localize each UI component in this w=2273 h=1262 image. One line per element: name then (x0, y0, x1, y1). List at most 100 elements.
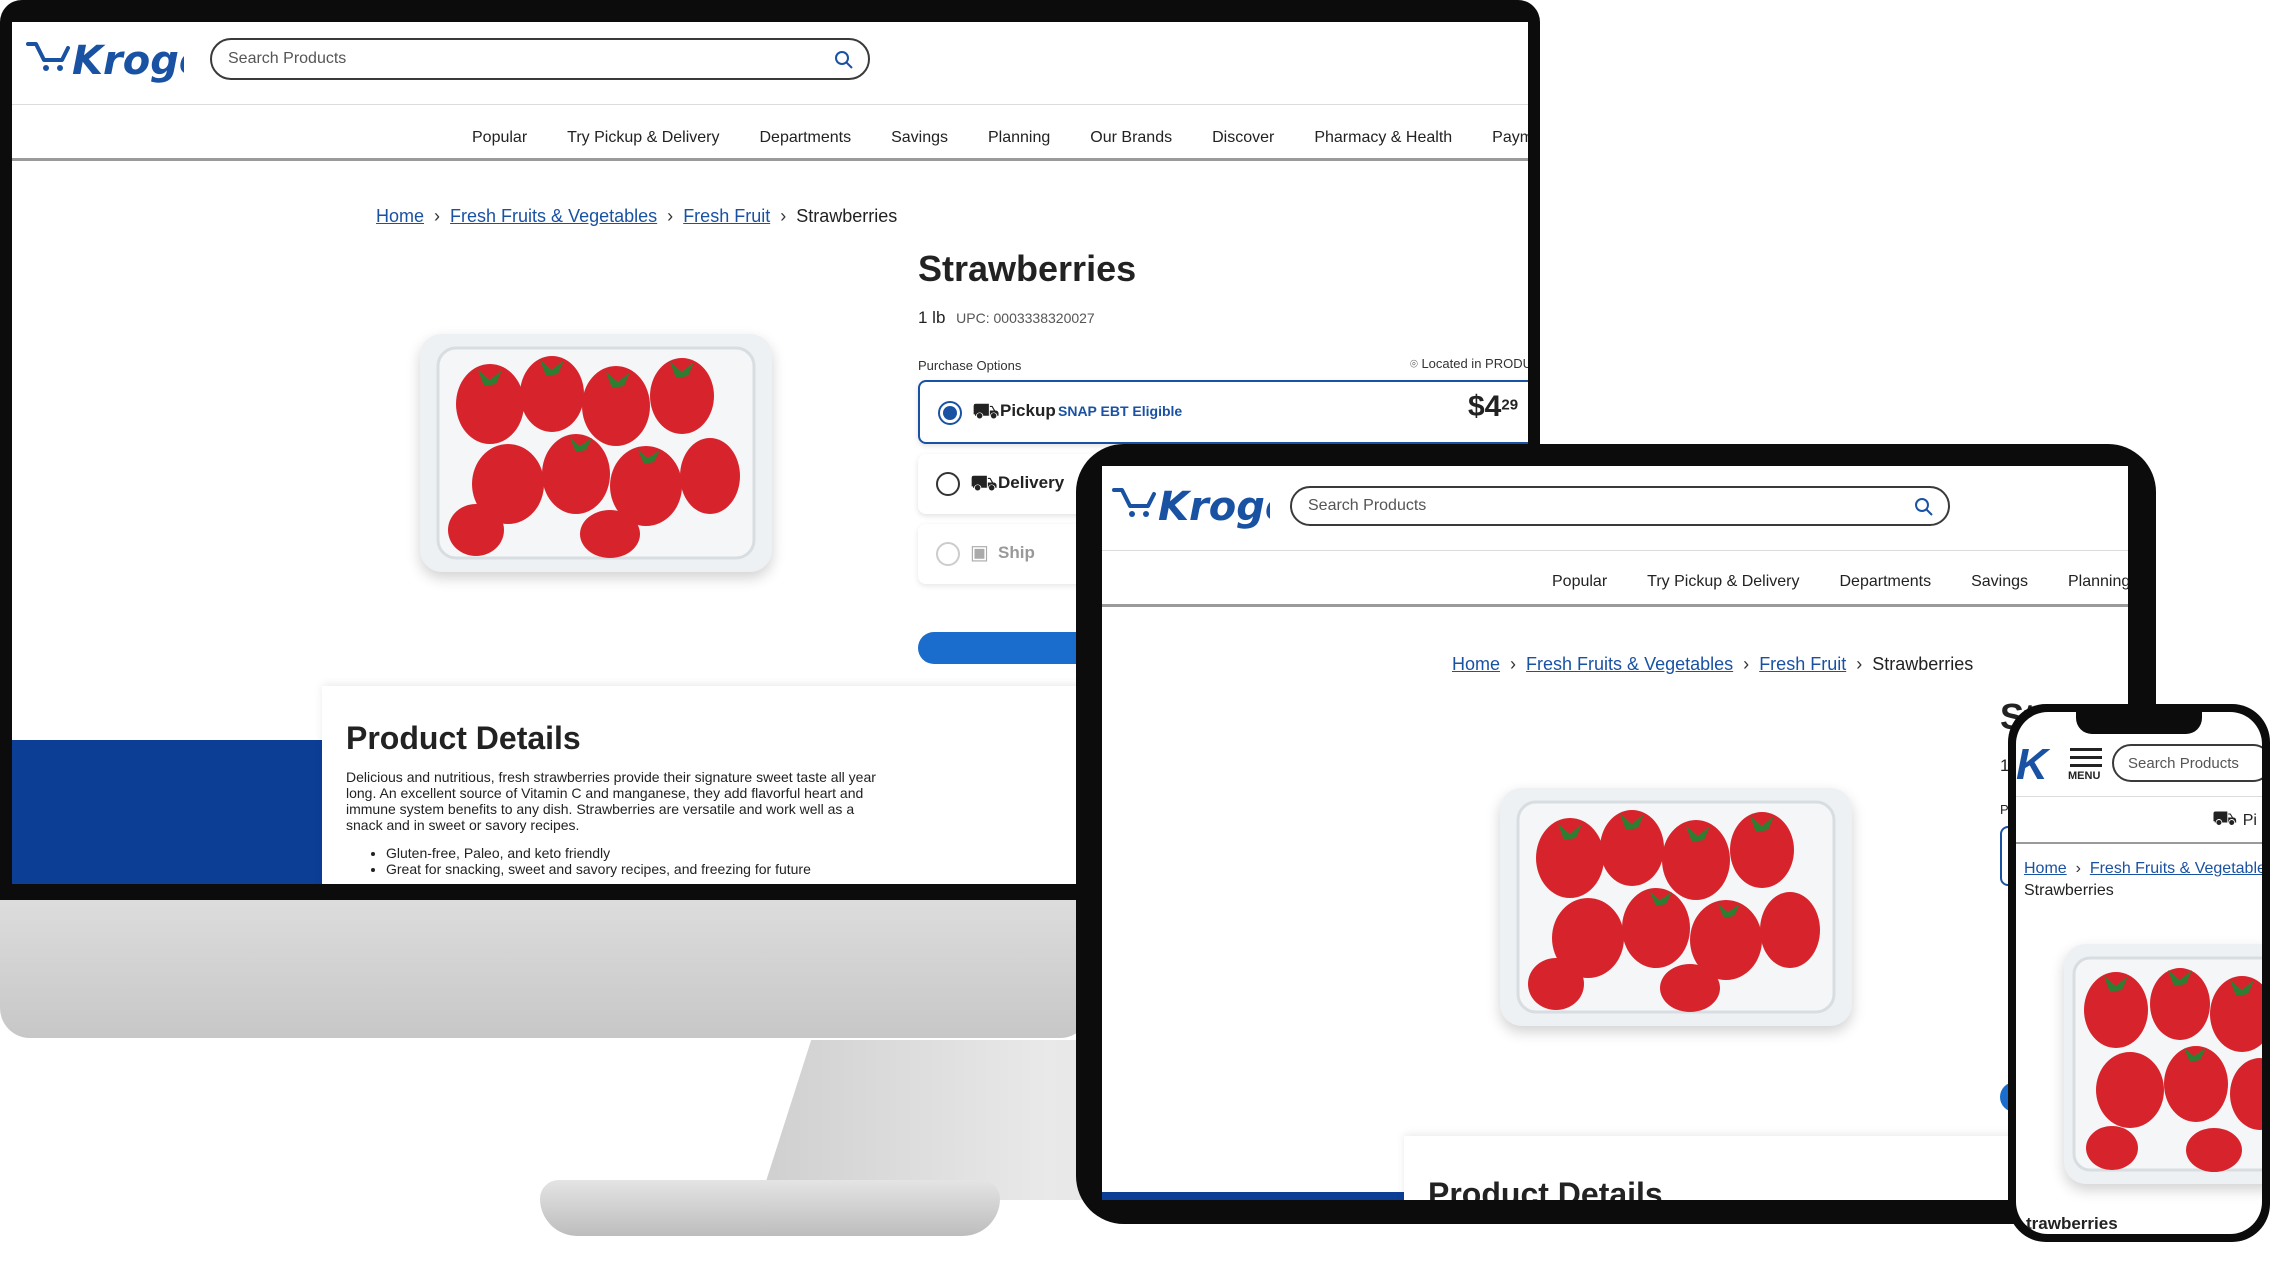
snap-ebt-badge: SNAP EBT Eligible (1058, 403, 1183, 419)
breadcrumb-home[interactable]: Home (1452, 654, 1500, 674)
nav-departments[interactable]: Departments (1839, 573, 1931, 591)
product-size-value: 1 lb (918, 308, 946, 327)
chevron-right-icon: › (1851, 654, 1868, 674)
tablet-nav: Popular Try Pickup & Delivery Department… (1552, 562, 2128, 602)
delivery-label: Delivery (998, 473, 1065, 492)
chevron-right-icon: › (1738, 654, 1755, 674)
breadcrumb: Home › Fresh Fruits & Vegetables › Fresh… (1452, 654, 1973, 675)
menu-button[interactable]: MENU (2068, 746, 2108, 786)
breadcrumb-current: Strawberries (1872, 654, 1974, 674)
kroger-logo-cart-icon: Kroger (26, 38, 228, 84)
breadcrumb-home[interactable]: Home (376, 206, 424, 226)
purchase-options-label: Purchase Options (918, 358, 1022, 373)
phone-screen: K MENU Search Products ⛟ Pi Home › Fresh… (2016, 712, 2262, 1234)
desktop-search-input[interactable]: Search Products (210, 38, 870, 80)
nav-planning[interactable]: Planning (988, 129, 1050, 147)
breadcrumb-category[interactable]: Fresh Fruits & Vegetables (450, 206, 657, 226)
delivery-radio[interactable] (936, 472, 960, 496)
nav-divider (12, 158, 1528, 161)
strawberries-image (436, 346, 756, 560)
option-pickup[interactable]: ⛟ Pickup SNAP EBT Eligible $429 (918, 380, 1528, 444)
strawberries-image (1516, 800, 1836, 1014)
header-divider (2016, 796, 2262, 797)
pickup-radio[interactable] (938, 401, 962, 425)
chevron-right-icon: › (662, 206, 679, 226)
nav-payments-services[interactable]: Payments & Services (1492, 129, 1528, 147)
search-icon[interactable] (834, 50, 854, 70)
nav-pickup-delivery[interactable]: Try Pickup & Delivery (567, 129, 719, 147)
breadcrumb-category[interactable]: Fresh Fruits & Vegetables (2090, 860, 2262, 877)
delivery-icon: ⛟ (970, 470, 998, 495)
chevron-right-icon: › (1505, 654, 1522, 674)
nav-pharmacy-health[interactable]: Pharmacy & Health (1314, 129, 1452, 147)
ship-icon: ▣ (970, 542, 989, 564)
product-location: ⌾ Located in PRODUC (1410, 356, 1528, 372)
tablet-logo[interactable]: Kroger (1110, 476, 1314, 540)
chevron-right-icon: › (775, 206, 792, 226)
phone-product-title-partial: trawberries (2026, 1214, 2118, 1233)
nav-popular[interactable]: Popular (472, 129, 527, 147)
header-divider (1102, 550, 2128, 551)
breadcrumb-current: Strawberries (796, 206, 898, 226)
hamburger-icon (2070, 748, 2102, 767)
phone-logo[interactable]: K (2016, 740, 2048, 790)
search-placeholder: Search Products (1308, 497, 1427, 514)
location-pin-icon: ⌾ (1410, 356, 1418, 371)
pickup-label: Pickup (1000, 401, 1056, 420)
nav-savings[interactable]: Savings (1971, 573, 2028, 591)
product-description: Delicious and nutritious, fresh strawber… (346, 769, 876, 833)
chevron-right-icon: › (429, 206, 446, 226)
product-title: Strawberries (918, 248, 1137, 289)
pickup-icon: ⛟ (972, 398, 1000, 423)
nav-divider (2016, 842, 2262, 844)
product-details-heading: Product Details (1428, 1176, 1663, 1200)
product-size: 1 lb UPC: 0003338320027 (918, 308, 1095, 328)
phone-notch (2076, 712, 2202, 734)
breadcrumb: Home › Fresh Fruits & Vegetables Strawbe… (2024, 858, 2262, 902)
breadcrumb-current: Strawberries (2024, 882, 2114, 899)
header-divider (12, 104, 1528, 105)
breadcrumb-subcategory[interactable]: Fresh Fruit (1759, 654, 1846, 674)
strawberries-image (2072, 956, 2262, 1172)
product-image (1500, 788, 1852, 1026)
search-placeholder: Search Products (2128, 754, 2239, 772)
search-icon[interactable] (1914, 497, 1934, 517)
ship-radio[interactable] (936, 542, 960, 566)
nav-planning[interactable]: Planning (2068, 573, 2128, 591)
nav-pickup-delivery[interactable]: Try Pickup & Delivery (1647, 573, 1799, 591)
search-placeholder: Search Products (228, 50, 347, 67)
breadcrumb-category[interactable]: Fresh Fruits & Vegetables (1526, 654, 1733, 674)
monitor-stand-base (540, 1180, 1000, 1236)
menu-label: MENU (2068, 770, 2101, 782)
pickup-icon: ⛟ (2212, 808, 2238, 830)
svg-text:Kroger: Kroger (1158, 484, 1270, 530)
tablet-search-input[interactable]: Search Products (1290, 486, 1950, 526)
desktop-logo[interactable]: Kroger (24, 30, 228, 94)
product-image (2064, 944, 2262, 1184)
price: $429 (1468, 390, 1518, 424)
nav-savings[interactable]: Savings (891, 129, 948, 147)
phone-pickup-row[interactable]: ⛟ Pi (2212, 808, 2257, 833)
price-dollars: $4 (1468, 390, 1502, 423)
pickup-partial: Pi (2242, 812, 2257, 829)
chevron-right-icon: › (2071, 860, 2086, 877)
location-text: Located in PRODUC (1421, 356, 1528, 371)
breadcrumb-subcategory[interactable]: Fresh Fruit (683, 206, 770, 226)
nav-discover[interactable]: Discover (1212, 129, 1274, 147)
nav-popular[interactable]: Popular (1552, 573, 1607, 591)
breadcrumb: Home › Fresh Fruits & Vegetables › Fresh… (376, 206, 897, 227)
kroger-logo-cart-icon: Kroger (1112, 484, 1314, 530)
product-upc: UPC: 0003338320027 (956, 310, 1095, 326)
price-cents: 29 (1501, 396, 1519, 414)
svg-text:Kroger: Kroger (72, 38, 184, 84)
nav-divider (1102, 604, 2128, 607)
product-image (420, 334, 772, 572)
phone-search-input[interactable]: Search Products (2112, 744, 2262, 782)
desktop-nav: Popular Try Pickup & Delivery Department… (472, 118, 1528, 158)
tablet-screen: Kroger Search Products Popular Try Picku… (1102, 466, 2128, 1200)
monitor-chin (0, 896, 1090, 1038)
ship-label: Ship (998, 543, 1035, 562)
breadcrumb-home[interactable]: Home (2024, 860, 2067, 877)
nav-departments[interactable]: Departments (759, 129, 851, 147)
nav-our-brands[interactable]: Our Brands (1090, 129, 1172, 147)
